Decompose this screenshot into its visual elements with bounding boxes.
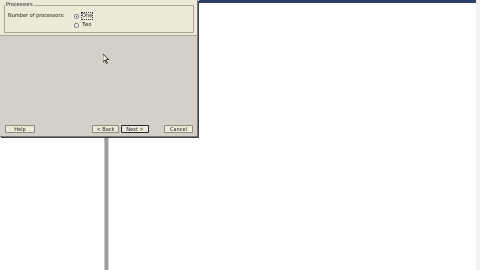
next-button[interactable]: Next >: [121, 125, 149, 133]
radio-label-one[interactable]: One: [80, 12, 94, 20]
help-button[interactable]: Help: [5, 125, 35, 133]
group-title: Processors: [5, 2, 34, 8]
background-panel-left: [0, 137, 104, 270]
dialog-header: Processors Number of processors: One Two: [0, 0, 197, 36]
radio-button-one[interactable]: [74, 13, 79, 19]
radio-option-two[interactable]: Two: [74, 22, 91, 28]
radio-label-two[interactable]: Two: [82, 22, 91, 28]
processors-group-box: [4, 5, 194, 33]
background-window-titlebar: [199, 0, 480, 3]
radio-button-two[interactable]: [74, 22, 79, 28]
radio-option-one[interactable]: One: [74, 12, 94, 20]
back-button[interactable]: < Back: [92, 125, 119, 133]
mouse-pointer-icon: [103, 54, 109, 64]
wizard-dialog: Processors Number of processors: One Two…: [0, 0, 198, 137]
cancel-button[interactable]: Cancel: [164, 125, 193, 133]
splitter-edge: [108, 137, 109, 270]
processors-count-label: Number of processors:: [8, 13, 65, 19]
background-window-edge: [476, 0, 480, 270]
